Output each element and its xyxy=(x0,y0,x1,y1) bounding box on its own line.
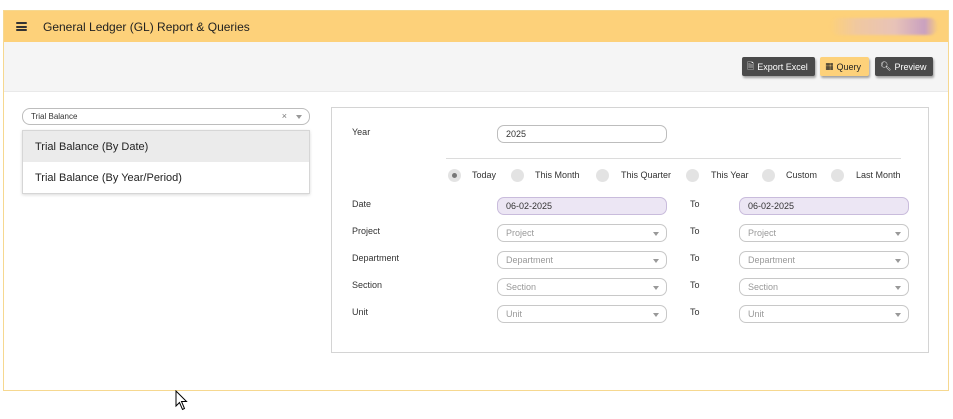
date-from-input[interactable]: 06-02-2025 xyxy=(497,197,667,215)
year-label: Year xyxy=(352,127,371,137)
section-to-select[interactable]: Section xyxy=(739,278,909,296)
report-type-dropdown: Trial Balance (By Date) Trial Balance (B… xyxy=(22,130,310,194)
export-excel-label: Export Excel xyxy=(757,61,808,72)
unit-label: Unit xyxy=(352,307,369,317)
preview-button[interactable]: 🔍︎ Preview xyxy=(875,57,933,76)
unit-to-select[interactable]: Unit xyxy=(739,305,909,323)
project-from-select[interactable]: Project xyxy=(497,224,667,242)
clear-selection-icon[interactable]: × xyxy=(282,111,287,121)
date-label: Date xyxy=(352,199,372,209)
user-avatar[interactable] xyxy=(830,18,938,35)
gl-report-window: General Ledger (GL) Report & Queries 🗎 E… xyxy=(3,10,949,391)
toolbar: 🗎 Export Excel ▦ Query 🔍︎ Preview xyxy=(4,42,948,92)
date-to-input[interactable]: 06-02-2025 xyxy=(739,197,909,215)
hamburger-menu-icon[interactable] xyxy=(16,22,27,31)
radio-this-month-label: This Month xyxy=(535,170,580,180)
radio-custom-label: Custom xyxy=(786,170,818,180)
radio-this-quarter-label: This Quarter xyxy=(621,170,672,180)
unit-to-label: To xyxy=(690,307,700,317)
report-type-value: Trial Balance xyxy=(31,112,78,121)
chevron-down-icon xyxy=(895,259,901,263)
section-from-select[interactable]: Section xyxy=(497,278,667,296)
file-excel-icon: 🗎 xyxy=(747,60,755,71)
report-option-by-year-period[interactable]: Trial Balance (By Year/Period) xyxy=(23,162,309,193)
preview-label: Preview xyxy=(894,61,927,72)
radio-this-year[interactable] xyxy=(686,169,699,182)
radio-this-month[interactable] xyxy=(511,169,524,182)
filter-panel: Year 2025 Today This Month This Quarter … xyxy=(331,107,929,353)
title-bar: General Ledger (GL) Report & Queries xyxy=(4,11,948,42)
department-label: Department xyxy=(352,253,400,263)
section-to-placeholder: Section xyxy=(748,282,779,292)
department-to-label: To xyxy=(690,253,700,263)
unit-to-placeholder: Unit xyxy=(748,309,765,319)
date-to-label: To xyxy=(690,199,700,209)
query-button[interactable]: ▦ Query xyxy=(820,57,869,76)
query-label: Query xyxy=(836,61,862,72)
export-excel-button[interactable]: 🗎 Export Excel xyxy=(742,57,815,76)
report-option-by-date[interactable]: Trial Balance (By Date) xyxy=(23,131,309,162)
project-from-placeholder: Project xyxy=(506,228,535,238)
chevron-down-icon xyxy=(895,286,901,290)
radio-last-month[interactable] xyxy=(831,169,844,182)
radio-this-quarter[interactable] xyxy=(596,169,609,182)
radio-this-year-label: This Year xyxy=(711,170,749,180)
section-from-placeholder: Section xyxy=(506,282,537,292)
project-to-label: To xyxy=(690,226,700,236)
unit-from-select[interactable]: Unit xyxy=(497,305,667,323)
project-label: Project xyxy=(352,226,381,236)
mouse-cursor-icon xyxy=(175,390,188,411)
radio-last-month-label: Last Month xyxy=(856,170,901,180)
chevron-down-icon xyxy=(895,313,901,317)
project-to-select[interactable]: Project xyxy=(739,224,909,242)
chevron-down-icon xyxy=(653,286,659,290)
department-from-select[interactable]: Department xyxy=(497,251,667,269)
chevron-down-icon xyxy=(653,259,659,263)
project-to-placeholder: Project xyxy=(748,228,777,238)
chevron-down-icon xyxy=(653,313,659,317)
department-to-select[interactable]: Department xyxy=(739,251,909,269)
year-input[interactable]: 2025 xyxy=(497,125,667,143)
section-to-label: To xyxy=(690,280,700,290)
department-to-placeholder: Department xyxy=(748,255,796,265)
chevron-down-icon[interactable] xyxy=(296,115,302,119)
radio-today-label: Today xyxy=(472,170,497,180)
table-icon: ▦ xyxy=(825,61,834,71)
chevron-down-icon xyxy=(653,232,659,236)
divider xyxy=(446,158,901,159)
page-title: General Ledger (GL) Report & Queries xyxy=(43,19,250,34)
chevron-down-icon xyxy=(895,232,901,236)
radio-custom[interactable] xyxy=(762,169,775,182)
radio-today[interactable] xyxy=(448,169,461,182)
search-icon: 🔍︎ xyxy=(880,61,892,71)
department-from-placeholder: Department xyxy=(506,255,554,265)
report-type-select[interactable]: Trial Balance × xyxy=(22,108,310,125)
unit-from-placeholder: Unit xyxy=(506,309,523,319)
section-label: Section xyxy=(352,280,383,290)
